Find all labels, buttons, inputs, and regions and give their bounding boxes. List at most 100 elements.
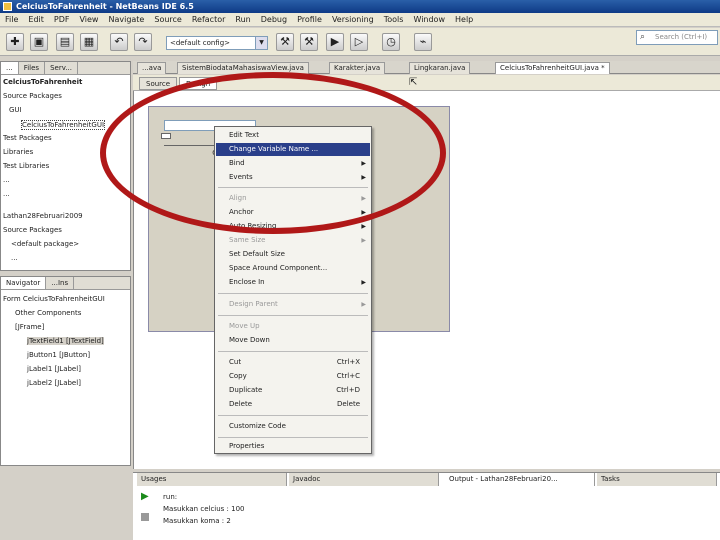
menu-file[interactable]: File bbox=[0, 13, 23, 26]
menu-source[interactable]: Source bbox=[149, 13, 186, 26]
search-icon: ⌕ bbox=[640, 32, 646, 42]
open-project-icon[interactable]: ▤ bbox=[56, 33, 74, 51]
nav-node[interactable]: jLabel2 [JLabel] bbox=[27, 379, 81, 387]
menu-edit[interactable]: Edit bbox=[23, 13, 49, 26]
nav-node[interactable]: Form CelciusToFahrenheitGUI bbox=[3, 295, 105, 303]
nav-node[interactable]: [JFrame] bbox=[15, 323, 44, 331]
output-line: Masukkan koma : 2 bbox=[163, 517, 231, 525]
menu-item-space-around[interactable]: Space Around Component... bbox=[216, 262, 370, 275]
menu-item-change-variable-name[interactable]: Change Variable Name ... bbox=[216, 143, 370, 156]
menu-versioning[interactable]: Versioning bbox=[327, 13, 379, 26]
nav-node-selected[interactable]: jTextField1 [JTextField] bbox=[27, 337, 104, 345]
undo-icon[interactable]: ↶ bbox=[110, 33, 128, 51]
tab-inspector[interactable]: ...Ins bbox=[46, 277, 75, 289]
nav-node[interactable]: Other Components bbox=[15, 309, 81, 317]
menu-help[interactable]: Help bbox=[450, 13, 478, 26]
tree-node[interactable]: Lathan28Februari2009 bbox=[3, 212, 83, 220]
run-icon[interactable]: ▶ bbox=[326, 33, 344, 51]
menu-item-copy[interactable]: Copy Ctrl+C bbox=[216, 370, 370, 383]
tree-node[interactable]: Test Libraries bbox=[3, 162, 49, 170]
menu-profile[interactable]: Profile bbox=[292, 13, 327, 26]
tree-node-selected[interactable]: CelciusToFahrenheitGUI bbox=[21, 120, 106, 130]
debug-icon[interactable]: ▷ bbox=[350, 33, 368, 51]
menu-item-move-down[interactable]: Move Down bbox=[216, 334, 370, 347]
menu-item-auto-resizing[interactable]: Auto Resizing ▶ bbox=[216, 220, 370, 233]
new-file-icon[interactable]: ✚ bbox=[6, 33, 24, 51]
tab-tasks[interactable]: Tasks bbox=[597, 473, 717, 486]
menu-item-anchor[interactable]: Anchor ▶ bbox=[216, 206, 370, 219]
resize-handle[interactable] bbox=[161, 133, 171, 139]
menu-run[interactable]: Run bbox=[230, 13, 255, 26]
tree-node[interactable]: Source Packages bbox=[3, 226, 62, 234]
menu-item-customize-code[interactable]: Customize Code bbox=[216, 420, 370, 433]
tree-node[interactable]: Source Packages bbox=[3, 92, 62, 100]
tree-node[interactable]: Libraries bbox=[3, 148, 33, 156]
context-menu: Edit Text Change Variable Name ... Bind ▶… bbox=[214, 126, 372, 454]
menu-item-set-default-size[interactable]: Set Default Size bbox=[216, 248, 370, 261]
search-input[interactable]: ⌕ Search (Ctrl+I) bbox=[636, 30, 718, 45]
navigator-panel: Navigator ...Ins Form CelciusToFahrenhei… bbox=[0, 276, 131, 466]
clean-build-icon[interactable]: ⚒ bbox=[300, 33, 318, 51]
submenu-arrow-icon: ▶ bbox=[361, 223, 366, 230]
selection-mode-icon[interactable]: ⇱ bbox=[409, 77, 417, 88]
rerun-icon[interactable]: ▶ bbox=[141, 491, 149, 502]
app-icon bbox=[3, 2, 12, 11]
tab-design[interactable]: Design bbox=[179, 77, 218, 90]
tab-projects[interactable]: ... bbox=[1, 62, 19, 74]
editor-tab-active[interactable]: CelciusToFahrenheitGUI.java * bbox=[495, 62, 610, 74]
output-panel: Usages Javadoc Output - Lathan28Februari… bbox=[133, 472, 720, 540]
stop-icon[interactable] bbox=[141, 513, 149, 521]
tab-javadoc[interactable]: Javadoc bbox=[289, 473, 439, 486]
menu-item-delete[interactable]: Delete Delete bbox=[216, 398, 370, 411]
config-select[interactable]: <default config> ▼ bbox=[166, 36, 268, 50]
menu-navigate[interactable]: Navigate bbox=[103, 13, 149, 26]
menu-tools[interactable]: Tools bbox=[379, 13, 409, 26]
tab-services[interactable]: Serv... bbox=[45, 62, 78, 74]
tab-output[interactable]: Output - Lathan28Februari20... bbox=[445, 473, 595, 486]
editor-tab[interactable]: Karakter.java bbox=[329, 62, 386, 74]
nav-node[interactable]: jLabel1 [JLabel] bbox=[27, 365, 81, 373]
tab-files[interactable]: Files bbox=[19, 62, 46, 74]
tree-node[interactable]: ... bbox=[3, 176, 10, 184]
menu-pdf[interactable]: PDF bbox=[49, 13, 75, 26]
menu-item-properties[interactable]: Properties bbox=[216, 440, 370, 453]
menu-item-cut[interactable]: Cut Ctrl+X bbox=[216, 356, 370, 369]
menu-item-edit-text[interactable]: Edit Text bbox=[216, 129, 370, 142]
toolbar: ✚ ▣ ▤ ▦ ↶ ↷ ⚒ ⚒ ▶ ▷ ◷ ⌁ bbox=[0, 28, 720, 56]
save-all-icon[interactable]: ▦ bbox=[80, 33, 98, 51]
tab-navigator[interactable]: Navigator bbox=[1, 277, 47, 289]
menu-item-design-parent: Design Parent ▶ bbox=[216, 298, 370, 311]
tree-node[interactable]: Test Packages bbox=[3, 134, 52, 142]
menu-item-duplicate[interactable]: Duplicate Ctrl+D bbox=[216, 384, 370, 397]
new-project-icon[interactable]: ▣ bbox=[30, 33, 48, 51]
menu-debug[interactable]: Debug bbox=[256, 13, 292, 26]
nav-node[interactable]: jButton1 [JButton] bbox=[27, 351, 90, 359]
menu-window[interactable]: Window bbox=[408, 13, 450, 26]
title-bar: CelciusToFahrenheit - NetBeans IDE 6.5 bbox=[0, 0, 720, 13]
chevron-down-icon[interactable]: ▼ bbox=[255, 37, 267, 49]
editor-tab[interactable]: Lingkaran.java bbox=[409, 62, 471, 74]
profile-icon[interactable]: ◷ bbox=[382, 33, 400, 51]
menu-item-enclose-in[interactable]: Enclose In ▶ bbox=[216, 276, 370, 289]
redo-icon[interactable]: ↷ bbox=[134, 33, 152, 51]
tree-node[interactable]: CelciusToFahrenheit bbox=[3, 78, 82, 86]
menu-item-move-up: Move Up bbox=[229, 322, 260, 330]
submenu-arrow-icon: ▶ bbox=[361, 209, 366, 216]
tab-source[interactable]: Source bbox=[139, 77, 178, 90]
menu-view[interactable]: View bbox=[74, 13, 103, 26]
tab-usages[interactable]: Usages bbox=[137, 473, 287, 486]
menu-refactor[interactable]: Refactor bbox=[187, 13, 231, 26]
tree-node[interactable]: GUI bbox=[9, 106, 22, 114]
submenu-arrow-icon: ▶ bbox=[361, 237, 366, 244]
tree-node[interactable]: <default package> bbox=[11, 240, 79, 248]
editor-tabs: ...ava SistemBiodataMahasiswaView.java K… bbox=[133, 61, 720, 74]
editor-tab[interactable]: ...ava bbox=[137, 62, 167, 74]
menu-item-bind[interactable]: Bind ▶ bbox=[216, 157, 370, 170]
pdf-icon[interactable]: ⌁ bbox=[414, 33, 432, 51]
build-icon[interactable]: ⚒ bbox=[276, 33, 294, 51]
tree-node[interactable]: ... bbox=[3, 190, 10, 198]
editor-tab[interactable]: SistemBiodataMahasiswaView.java bbox=[177, 62, 309, 74]
output-line: Masukkan celcius : 100 bbox=[163, 505, 245, 513]
tree-node[interactable]: ... bbox=[11, 254, 18, 262]
menu-item-events[interactable]: Events ▶ bbox=[216, 171, 370, 184]
